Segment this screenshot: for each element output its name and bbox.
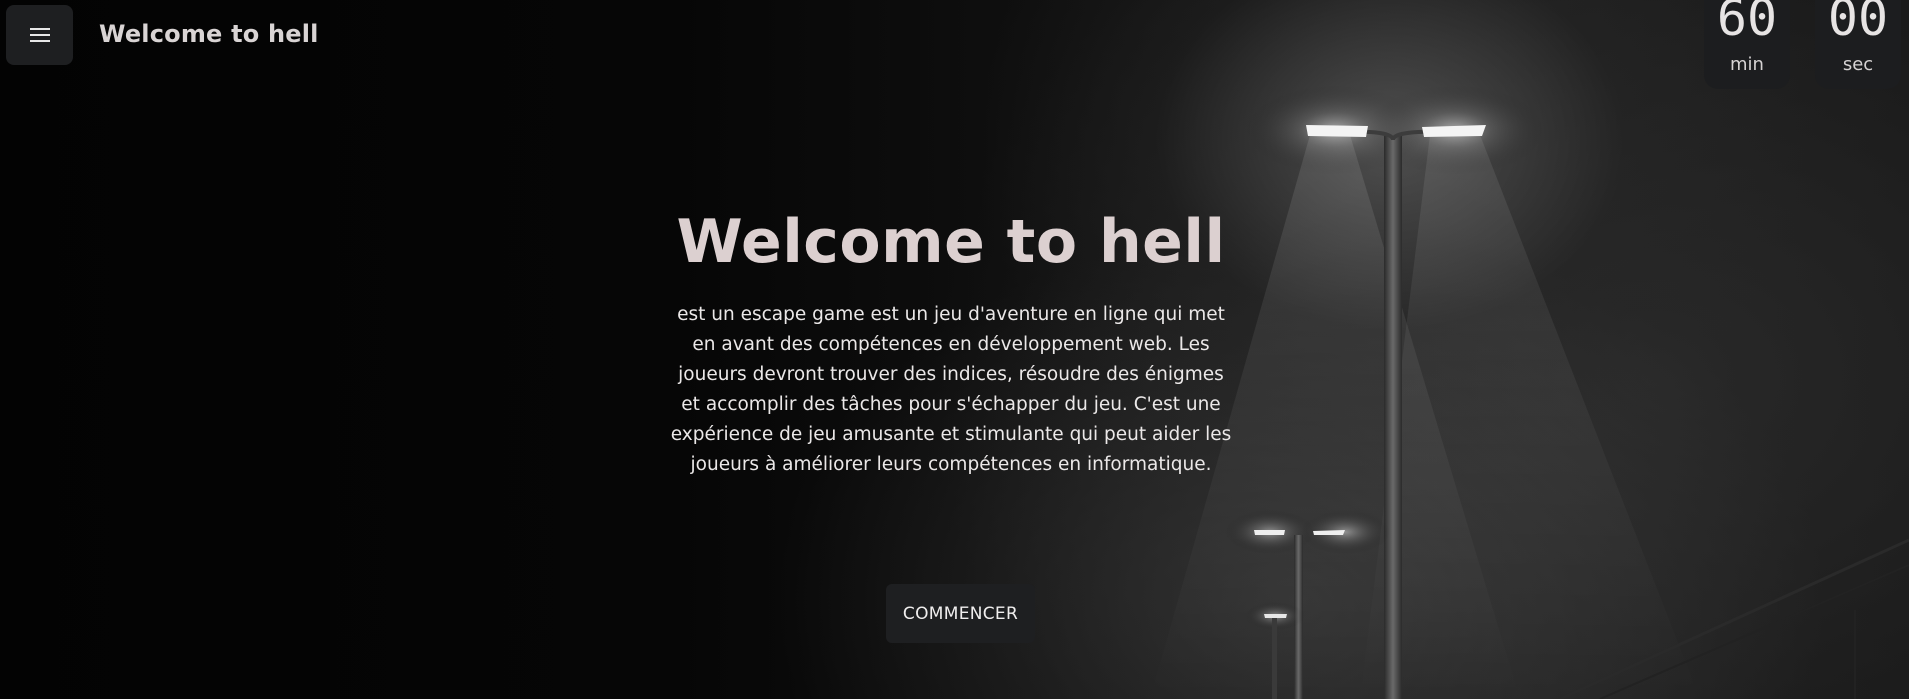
- hero-title: Welcome to hell: [676, 207, 1226, 277]
- timer-minutes-value: 60: [1716, 0, 1778, 47]
- timer-seconds: 00 sec: [1815, 0, 1901, 89]
- header-title: Welcome to hell: [99, 20, 319, 48]
- timer-seconds-value: 00: [1827, 0, 1889, 47]
- hamburger-menu-icon: [29, 28, 50, 42]
- page-background: Welcome to hell 60 min 00 sec Welcome to…: [0, 0, 1909, 699]
- timer-minutes: 60 min: [1704, 0, 1790, 89]
- timer-minutes-unit: min: [1730, 54, 1764, 75]
- timer-seconds-unit: sec: [1842, 54, 1874, 75]
- menu-button[interactable]: [6, 5, 73, 65]
- start-button[interactable]: COMMENCER: [886, 584, 1035, 643]
- hero-description: est un escape game est un jeu d'aventure…: [670, 304, 1232, 475]
